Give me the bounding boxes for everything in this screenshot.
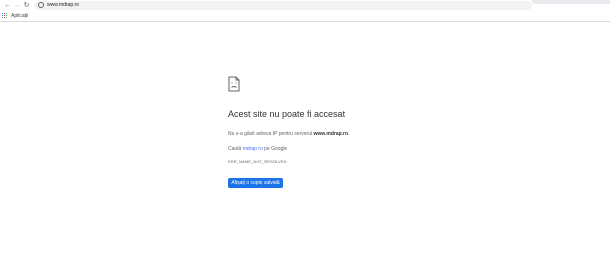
error-description-prefix: Nu s-a găsit adresa IP pentru serverul	[228, 131, 313, 137]
error-code: ERR_NAME_NOT_RESOLVED	[228, 159, 287, 164]
apps-label: Aplicații	[11, 13, 29, 19]
forward-arrow-icon[interactable]: →	[12, 1, 21, 10]
address-bar[interactable]: www.mdrap.ro	[34, 1, 532, 10]
reload-icon[interactable]: ↻	[22, 1, 31, 10]
browser-toolbar: ← → ↻ www.mdrap.ro	[0, 0, 610, 11]
bookmarks-bar: Aplicații	[0, 11, 610, 21]
url-text[interactable]: www.mdrap.ro	[47, 2, 79, 9]
info-icon[interactable]	[38, 2, 44, 8]
search-google-link[interactable]: mdrap ro	[243, 146, 263, 152]
search-prefix: Caută	[228, 146, 242, 152]
back-arrow-icon[interactable]: ←	[3, 1, 12, 10]
toolbar-divider	[0, 21, 610, 22]
sad-page-icon	[228, 76, 240, 92]
error-host: www.mdrap.ro	[313, 131, 349, 137]
error-description: Nu s-a găsit adresa IP pentru serverul w…	[228, 131, 349, 138]
search-suggestion: Caută mdrap ro pe Google	[228, 146, 287, 153]
show-saved-copy-button[interactable]: Afișați o copie salvată	[228, 178, 283, 188]
error-description-suffix: .	[348, 131, 350, 137]
apps-shortcut[interactable]: Aplicații	[2, 12, 28, 20]
search-suffix: pe Google	[264, 146, 288, 152]
apps-grid-icon	[2, 13, 8, 19]
window-tab-strip	[532, 0, 610, 4]
error-title: Acest site nu poate fi accesat	[228, 109, 346, 119]
